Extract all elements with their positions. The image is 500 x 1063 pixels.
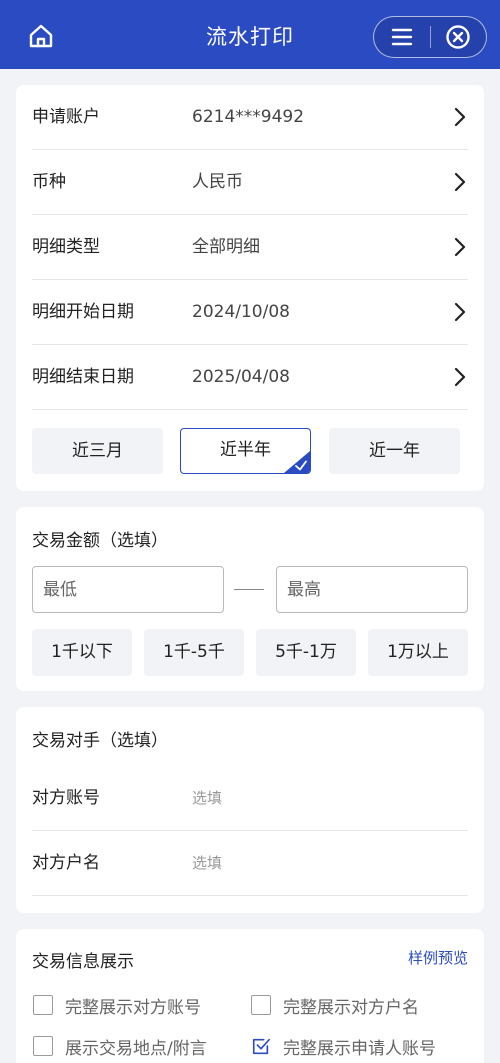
header-bar: 流水打印 [0,0,500,69]
row-label: 币种 [32,172,66,192]
chevron-right-icon [454,237,466,257]
row-account[interactable]: 申请账户 6214***9492 [32,85,468,150]
menu-icon [391,28,412,46]
section-title-amount: 交易金额（选填） [32,531,168,551]
counterparty-account-label: 对方账号 [32,788,100,808]
option-show-location-remark[interactable]: 展示交易地点/附言 [33,1034,207,1059]
checkbox-unchecked-icon [251,995,271,1015]
period-label: 近半年 [220,440,271,460]
counterparty-card: 交易对手（选填） 对方账号 对方户名 [16,707,484,913]
chevron-right-icon [454,367,466,387]
mini-program-capsule [373,16,487,58]
row-end-date[interactable]: 明细结束日期 2025/04/08 [32,345,468,410]
counterparty-account-row: 对方账号 [32,766,468,831]
row-start-date[interactable]: 明细开始日期 2024/10/08 [32,280,468,345]
max-amount-input[interactable] [276,566,468,613]
amount-card: 交易金额（选填） 1千以下 1千-5千 5千-1万 1万以上 [16,507,484,691]
period-half-year-button[interactable]: 近半年 [180,428,311,474]
checkbox-unchecked-icon [33,995,53,1015]
option-label: 完整展示对方户名 [283,997,419,1018]
display-options-card: 交易信息展示 样例预览 完整展示对方账号 完整展示对方户名 展示交易地点/附言 … [16,929,484,1063]
amount-over-10k-button[interactable]: 1万以上 [368,629,468,676]
row-value: 2025/04/08 [192,367,290,387]
period-one-year-button[interactable]: 近一年 [329,428,460,474]
section-title-counterparty: 交易对手（选填） [32,731,168,751]
min-amount-input[interactable] [32,566,224,613]
counterparty-account-input[interactable] [192,782,462,814]
chevron-right-icon [454,302,466,322]
row-currency[interactable]: 币种 人民币 [32,150,468,215]
row-label: 明细开始日期 [32,302,134,322]
amount-5k-10k-button[interactable]: 5千-1万 [256,629,356,676]
amount-1k-5k-button[interactable]: 1千-5千 [144,629,244,676]
row-detail-type[interactable]: 明细类型 全部明细 [32,215,468,280]
chevron-right-icon [454,107,466,127]
row-label: 明细类型 [32,237,100,257]
selected-check-icon [284,451,310,473]
row-value: 6214***9492 [192,107,305,127]
option-full-counterparty-name[interactable]: 完整展示对方户名 [251,993,419,1018]
row-value: 人民币 [192,172,243,192]
menu-button[interactable] [374,17,430,57]
amount-under-1k-button[interactable]: 1千以下 [32,629,132,676]
close-button[interactable] [431,17,487,57]
counterparty-name-label: 对方户名 [32,853,100,873]
sample-preview-link[interactable]: 样例预览 [408,947,468,968]
option-full-counterparty-account[interactable]: 完整展示对方账号 [33,993,201,1018]
account-detail-card: 申请账户 6214***9492 币种 人民币 明细类型 全部明细 明细开始日期… [16,85,484,491]
checkbox-checked-icon [251,1036,271,1056]
section-title-display: 交易信息展示 [32,952,134,972]
option-full-applicant-account[interactable]: 完整展示申请人账号 [251,1034,436,1059]
close-circle-icon [446,25,470,49]
row-label: 申请账户 [32,107,100,127]
row-value: 2024/10/08 [192,302,290,322]
option-label: 完整展示申请人账号 [283,1038,436,1059]
checkbox-unchecked-icon [33,1036,53,1056]
range-divider [234,589,264,590]
row-label: 明细结束日期 [32,367,134,387]
option-label: 完整展示对方账号 [65,997,201,1018]
counterparty-name-input[interactable] [192,847,462,879]
period-three-months-button[interactable]: 近三月 [32,428,163,474]
option-label: 展示交易地点/附言 [65,1038,207,1059]
counterparty-name-row: 对方户名 [32,831,468,896]
chevron-right-icon [454,172,466,192]
row-value: 全部明细 [192,237,260,257]
